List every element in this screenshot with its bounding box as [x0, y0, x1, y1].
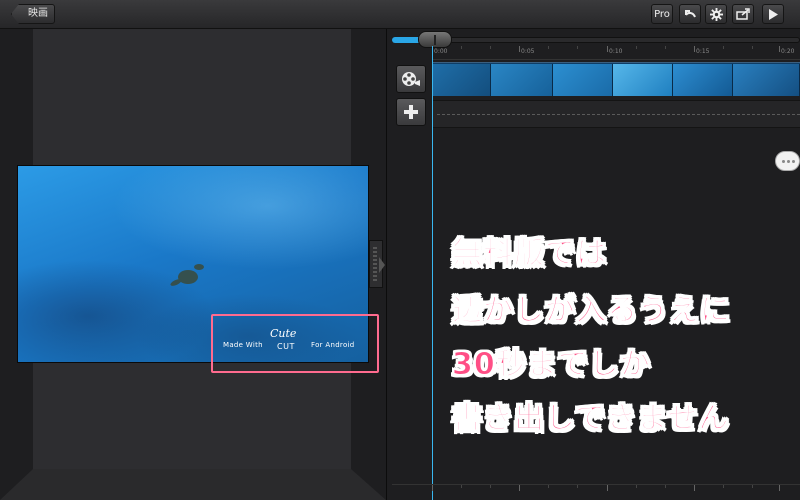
ruler-tick: [461, 485, 462, 488]
caption-line-4: 書き出しできません: [451, 401, 730, 437]
ruler-tick: [577, 46, 578, 49]
pro-button[interactable]: Pro: [651, 4, 673, 24]
ruler-tick: [607, 46, 608, 52]
undo-icon: [684, 9, 696, 17]
ruler-tick: [490, 485, 491, 488]
play-button[interactable]: [762, 4, 784, 24]
ruler-tick: [723, 485, 724, 488]
playhead[interactable]: [432, 46, 433, 500]
ruler-tick: [461, 46, 462, 49]
grip-icon: [373, 247, 377, 283]
dot-icon: [792, 160, 795, 163]
clip-thumbnail: [673, 64, 733, 96]
watermark-highlight-box: [211, 314, 379, 373]
ruler-label-3: 0:15: [696, 48, 710, 55]
ruler-tick: [665, 46, 666, 49]
dot-icon: [787, 160, 790, 163]
ruler-tick: [490, 46, 491, 49]
dot-icon: [782, 160, 785, 163]
ruler-tick: [665, 485, 666, 488]
time-ruler[interactable]: 0:00 0:05 0:10 0:15 0:20: [432, 46, 800, 60]
share-button[interactable]: [732, 4, 754, 24]
ruler-tick: [577, 485, 578, 488]
caption-line-1: 無料版では: [452, 236, 607, 272]
ruler-tick: [607, 485, 608, 491]
ruler-tick: [694, 46, 695, 52]
bottom-ruler: [392, 484, 800, 500]
back-button[interactable]: 映画: [11, 4, 55, 24]
film-reel-icon: [402, 72, 420, 86]
scrub-bar[interactable]: [392, 37, 800, 43]
ruler-tick: [752, 46, 753, 49]
clip-thumbnail: [613, 64, 673, 96]
ruler-tick: [723, 46, 724, 49]
ruler-tick: [548, 46, 549, 49]
ruler-label-4: 0:20: [781, 48, 795, 55]
more-options-button[interactable]: [775, 151, 800, 171]
ruler-tick: [636, 46, 637, 49]
ruler-label-1: 0:05: [521, 48, 535, 55]
clip-thumbnail: [733, 64, 800, 96]
ruler-tick: [548, 485, 549, 488]
plus-icon: [404, 105, 418, 119]
panel-resize-handle[interactable]: [369, 240, 385, 288]
clip-thumbnail: [433, 64, 491, 96]
gear-icon: [709, 7, 723, 21]
ruler-tick: [432, 485, 433, 491]
add-media-button[interactable]: [396, 65, 426, 93]
top-toolbar: 映画 Pro: [0, 0, 800, 29]
caption-line-2: 透かしが入るうえに: [452, 293, 731, 329]
video-clip-track[interactable]: [433, 62, 800, 96]
play-icon: [769, 8, 778, 20]
clip-thumbnail: [491, 64, 553, 96]
ruler-tick: [636, 485, 637, 488]
ruler-label-0: 0:00: [434, 48, 448, 55]
turtle-figure: [178, 264, 204, 284]
audio-track-lane[interactable]: [433, 100, 800, 128]
ruler-tick: [519, 485, 520, 491]
share-icon: [736, 8, 750, 20]
ruler-tick: [519, 46, 520, 52]
clip-thumbnail: [553, 64, 613, 96]
ruler-tick: [694, 485, 695, 491]
ruler-tick: [779, 485, 780, 491]
ruler-tick: [752, 485, 753, 488]
stage-floor: [0, 469, 386, 500]
settings-button[interactable]: [705, 4, 727, 24]
undo-button[interactable]: [679, 4, 701, 24]
add-track-button[interactable]: [396, 98, 426, 126]
ruler-tick: [779, 46, 780, 52]
ruler-label-2: 0:10: [609, 48, 623, 55]
caption-line-3: 30秒までしか: [452, 347, 651, 383]
